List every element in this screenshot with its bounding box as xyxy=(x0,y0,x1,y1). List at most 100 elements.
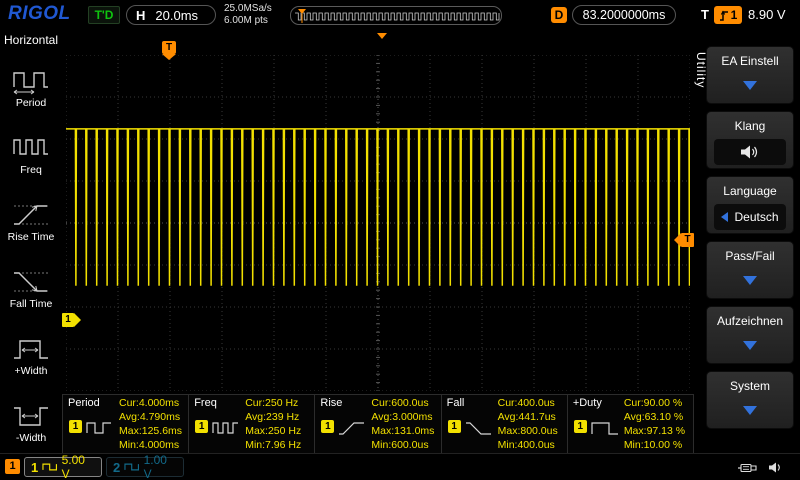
sidebar-item-label: Freq xyxy=(0,164,62,176)
delay-badge: D xyxy=(551,7,567,23)
channel1-scale: 5.00 V xyxy=(62,453,95,480)
measurement-panel-rise[interactable]: Rise 1 Cur:600.0us Avg:3.000ms Max:131.0… xyxy=(315,395,441,453)
timebase-label: H xyxy=(136,8,145,23)
sound-value-box xyxy=(714,139,786,165)
language-value: Deutsch xyxy=(734,210,778,224)
trigger-source-badge: 1 xyxy=(714,6,742,24)
freq-glyph-icon xyxy=(212,419,240,437)
measurement-min: Min:4.000ms xyxy=(119,438,182,452)
measurement-avg: Avg:4.790ms xyxy=(119,410,182,424)
measurement-max: Max:125.6ms xyxy=(119,424,182,438)
measurement-min: Min:400.0us xyxy=(498,438,558,452)
duty-glyph-icon xyxy=(591,419,619,437)
sidebar-item-plus-width[interactable]: +Width xyxy=(0,334,62,396)
utility-menu: Utility EA Einstell Klang Language Deuts… xyxy=(694,30,800,453)
trigger-label: T xyxy=(701,7,709,22)
fall-time-icon xyxy=(11,267,51,297)
measurement-cur: Cur:600.0us xyxy=(371,396,434,410)
speaker-icon xyxy=(768,461,782,474)
chevron-down-icon xyxy=(743,406,757,415)
measurement-cur: Cur:4.000ms xyxy=(119,396,182,410)
measurement-panel-freq[interactable]: Freq 1 Cur:250 Hz Avg:239 Hz Max:250 Hz … xyxy=(189,395,315,453)
measurement-panel-duty[interactable]: +Duty 1 Cur:90.00 % Avg:63.10 % Max:97.1… xyxy=(568,395,694,453)
minus-width-icon xyxy=(11,401,51,431)
top-status-bar: RIGOL T'D H 20.0ms 25.0MSa/s 6.00M pts D… xyxy=(0,0,800,30)
memory-depth: 6.00M pts xyxy=(224,15,272,27)
sample-rate: 25.0MSa/s xyxy=(224,3,272,15)
timebase-readout: H 20.0ms xyxy=(126,5,216,25)
chevron-down-icon xyxy=(743,341,757,350)
plus-width-icon xyxy=(11,334,51,364)
channel1-status[interactable]: 1 5.00 V xyxy=(24,457,102,477)
horizontal-measure-sidebar: Horizontal Period Freq Rise Time xyxy=(0,30,62,453)
measurement-min: Min:600.0us xyxy=(371,438,434,452)
measurement-panel-fall[interactable]: Fall 1 Cur:400.0us Avg:441.7us Max:800.0… xyxy=(442,395,568,453)
channel2-coupling-icon xyxy=(124,461,139,473)
channel2-number: 2 xyxy=(113,460,120,475)
channel1-ground-marker: 1 xyxy=(62,313,81,327)
sidebar-item-label: Rise Time xyxy=(0,231,62,243)
sidebar-item-label: Fall Time xyxy=(0,298,62,310)
chevron-left-icon xyxy=(721,212,728,222)
graticule-and-waveform xyxy=(66,55,690,391)
trigger-level-readout: 8.90 V xyxy=(748,7,786,22)
sidebar-title: Horizontal xyxy=(0,33,62,47)
freq-icon xyxy=(11,133,51,163)
channel-badge: 1 xyxy=(69,420,82,433)
waveform-display: T T 1 xyxy=(62,30,694,394)
sidebar-item-freq[interactable]: Freq xyxy=(0,133,62,195)
usb-icon xyxy=(738,462,760,474)
sidebar-item-rise-time[interactable]: Rise Time xyxy=(0,200,62,262)
channel2-status[interactable]: 2 1.00 V xyxy=(106,457,184,477)
flag-tip xyxy=(162,54,176,60)
trigger-source-corner-badge: 1 xyxy=(5,459,20,474)
waveform-position-preview xyxy=(290,6,502,25)
measurement-strip: Period 1 Cur:4.000ms Avg:4.790ms Max:125… xyxy=(62,394,694,453)
measurement-max: Max:800.0us xyxy=(498,424,558,438)
delay-readout: 83.2000000ms xyxy=(572,5,676,25)
chevron-down-icon xyxy=(743,81,757,90)
rise-time-icon xyxy=(11,200,51,230)
sidebar-item-label: +Width xyxy=(0,365,62,377)
menu-button-aufzeichnen[interactable]: Aufzeichnen xyxy=(706,306,794,364)
measurement-cur: Cur:250 Hz xyxy=(245,396,301,410)
fall-glyph-icon xyxy=(465,419,493,437)
bottom-status-bar: 1 1 5.00 V 2 1.00 V xyxy=(0,453,800,480)
timebase-value: 20.0ms xyxy=(155,8,198,23)
measurement-avg: Avg:441.7us xyxy=(498,410,558,424)
measurement-min: Min:10.00 % xyxy=(624,438,685,452)
measurement-cur: Cur:90.00 % xyxy=(624,396,685,410)
menu-button-pass-fail[interactable]: Pass/Fail xyxy=(706,241,794,299)
measurement-avg: Avg:239 Hz xyxy=(245,410,301,424)
sidebar-item-fall-time[interactable]: Fall Time xyxy=(0,267,62,329)
preview-waveform xyxy=(293,9,501,24)
chevron-right-icon xyxy=(74,313,81,327)
center-reference-marker xyxy=(377,33,387,39)
menu-button-klang[interactable]: Klang xyxy=(706,111,794,169)
channel-badge: 1 xyxy=(195,420,208,433)
acquisition-readout: 25.0MSa/s 6.00M pts xyxy=(224,3,272,27)
period-glyph-icon xyxy=(86,419,114,437)
chevron-left-icon xyxy=(674,233,681,247)
channel-badge: 1 xyxy=(448,420,461,433)
measurement-min: Min:7.96 Hz xyxy=(245,438,301,452)
trigger-status-badge: T'D xyxy=(88,6,120,24)
measurement-max: Max:250 Hz xyxy=(245,424,301,438)
channel2-scale: 1.00 V xyxy=(144,453,177,480)
trigger-source-number: 1 xyxy=(731,8,738,22)
channel-badge: 1 xyxy=(574,420,587,433)
trigger-level-marker: T xyxy=(674,233,694,247)
menu-button-ea-einstell[interactable]: EA Einstell xyxy=(706,46,794,104)
sidebar-item-label: Period xyxy=(0,97,62,109)
rise-glyph-icon xyxy=(338,419,366,437)
sidebar-item-label: -Width xyxy=(0,432,62,444)
channel-badge: 1 xyxy=(321,420,334,433)
menu-button-language[interactable]: Language Deutsch xyxy=(706,176,794,234)
measurement-panel-period[interactable]: Period 1 Cur:4.000ms Avg:4.790ms Max:125… xyxy=(62,395,189,453)
measurement-avg: Avg:63.10 % xyxy=(624,410,685,424)
menu-button-system[interactable]: System xyxy=(706,371,794,429)
sidebar-item-period[interactable]: Period xyxy=(0,66,62,128)
speaker-icon xyxy=(740,144,760,160)
measurement-max: Max:131.0ms xyxy=(371,424,434,438)
oscilloscope-screen: RIGOL T'D H 20.0ms 25.0MSa/s 6.00M pts D… xyxy=(0,0,800,480)
